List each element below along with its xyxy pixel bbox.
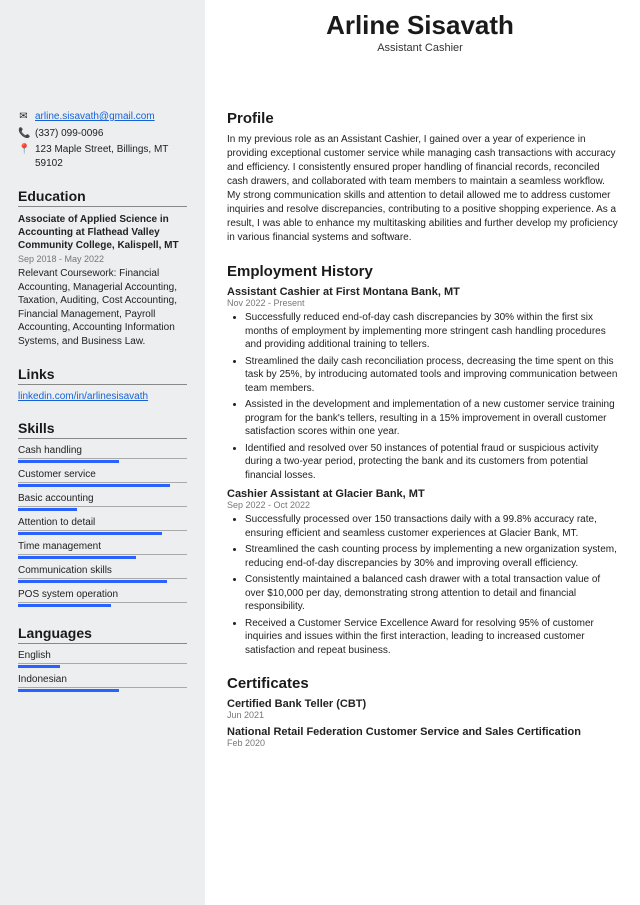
job-dates: Nov 2022 - Present (227, 298, 618, 308)
certificate-date: Jun 2021 (227, 710, 618, 720)
employment-heading: Employment History (227, 263, 618, 280)
profile-heading: Profile (227, 110, 618, 127)
job-bullet: Consistently maintained a balanced cash … (245, 573, 618, 614)
job-title: Cashier Assistant at Glacier Bank, MT (227, 488, 618, 500)
person-name: Arline Sisavath (200, 10, 640, 41)
linkedin-link[interactable]: linkedin.com/in/arlinesisavath (18, 391, 148, 402)
skill-item: Time management (18, 541, 187, 559)
skill-item: Communication skills (18, 565, 187, 583)
skill-item: POS system operation (18, 589, 187, 607)
language-name: Indonesian (18, 674, 187, 688)
job-title: Assistant Cashier at First Montana Bank,… (227, 286, 618, 298)
skill-name: Attention to detail (18, 517, 187, 531)
skill-bar (18, 580, 167, 583)
certificate-name: Certified Bank Teller (CBT) (227, 698, 618, 710)
location-icon: 📍 (18, 143, 29, 157)
contact-phone: (337) 099-0096 (35, 127, 103, 141)
skill-name: POS system operation (18, 589, 187, 603)
certificates-section: Certificates Certified Bank Teller (CBT)… (227, 675, 618, 748)
languages-heading: Languages (18, 625, 187, 644)
skill-bar (18, 460, 119, 463)
sidebar: ✉ arline.sisavath@gmail.com 📞 (337) 099-… (0, 0, 205, 905)
languages-list: English Indonesian (18, 650, 187, 692)
job-bullets: Successfully processed over 150 transact… (227, 513, 618, 657)
skill-bar (18, 604, 111, 607)
person-title: Assistant Cashier (200, 42, 640, 54)
certificate-date: Feb 2020 (227, 738, 618, 748)
main-column: Profile In my previous role as an Assist… (205, 0, 640, 905)
education-dates: Sep 2018 - May 2022 (18, 254, 187, 264)
language-bar (18, 689, 119, 692)
job-entry: Cashier Assistant at Glacier Bank, MTSep… (227, 488, 618, 657)
skill-item: Attention to detail (18, 517, 187, 535)
job-entry: Assistant Cashier at First Montana Bank,… (227, 286, 618, 482)
skill-bar (18, 484, 170, 487)
skill-name: Time management (18, 541, 187, 555)
skill-bar (18, 556, 136, 559)
education-degree: Associate of Applied Science in Accounti… (18, 213, 187, 252)
language-bar (18, 665, 60, 668)
skill-name: Customer service (18, 469, 187, 483)
skill-item: Cash handling (18, 445, 187, 463)
certificates-list: Certified Bank Teller (CBT)Jun 2021 Natio… (227, 698, 618, 748)
job-dates: Sep 2022 - Oct 2022 (227, 500, 618, 510)
jobs-list: Assistant Cashier at First Montana Bank,… (227, 286, 618, 657)
skill-bar (18, 532, 162, 535)
job-bullet: Successfully reduced end-of-day cash dis… (245, 311, 618, 352)
profile-section: Profile In my previous role as an Assist… (227, 110, 618, 245)
skills-heading: Skills (18, 420, 187, 439)
skills-list: Cash handling Customer service Basic accou… (18, 445, 187, 607)
contact-address-row: 📍 123 Maple Street, Billings, MT 59102 (18, 143, 187, 170)
education-coursework: Relevant Coursework: Financial Accountin… (18, 267, 187, 348)
skill-item: Customer service (18, 469, 187, 487)
profile-text: In my previous role as an Assistant Cash… (227, 133, 618, 245)
header: Arline Sisavath Assistant Cashier (0, 10, 640, 54)
job-bullet: Streamlined the daily cash reconciliatio… (245, 355, 618, 396)
job-bullets: Successfully reduced end-of-day cash dis… (227, 311, 618, 482)
skill-name: Communication skills (18, 565, 187, 579)
email-icon: ✉ (18, 110, 29, 124)
job-bullet: Identified and resolved over 50 instance… (245, 442, 618, 483)
skill-item: Basic accounting (18, 493, 187, 511)
job-bullet: Successfully processed over 150 transact… (245, 513, 618, 540)
skill-name: Basic accounting (18, 493, 187, 507)
certificate-entry: National Retail Federation Customer Serv… (227, 726, 618, 748)
employment-section: Employment History Assistant Cashier at … (227, 263, 618, 657)
contact-email[interactable]: arline.sisavath@gmail.com (35, 110, 155, 124)
skill-bar (18, 508, 77, 511)
certificate-entry: Certified Bank Teller (CBT)Jun 2021 (227, 698, 618, 720)
contact-address: 123 Maple Street, Billings, MT 59102 (35, 143, 187, 170)
language-item: Indonesian (18, 674, 187, 692)
certificates-heading: Certificates (227, 675, 618, 692)
language-name: English (18, 650, 187, 664)
content-wrapper: ✉ arline.sisavath@gmail.com 📞 (337) 099-… (0, 0, 640, 905)
certificate-name: National Retail Federation Customer Serv… (227, 726, 618, 738)
job-bullet: Streamlined the cash counting process by… (245, 543, 618, 570)
education-heading: Education (18, 188, 187, 207)
phone-icon: 📞 (18, 127, 29, 141)
job-bullet: Assisted in the development and implemen… (245, 398, 618, 439)
language-item: English (18, 650, 187, 668)
links-heading: Links (18, 366, 187, 385)
skill-name: Cash handling (18, 445, 187, 459)
contact-phone-row: 📞 (337) 099-0096 (18, 127, 187, 141)
contact-email-row: ✉ arline.sisavath@gmail.com (18, 110, 187, 124)
job-bullet: Received a Customer Service Excellence A… (245, 617, 618, 658)
